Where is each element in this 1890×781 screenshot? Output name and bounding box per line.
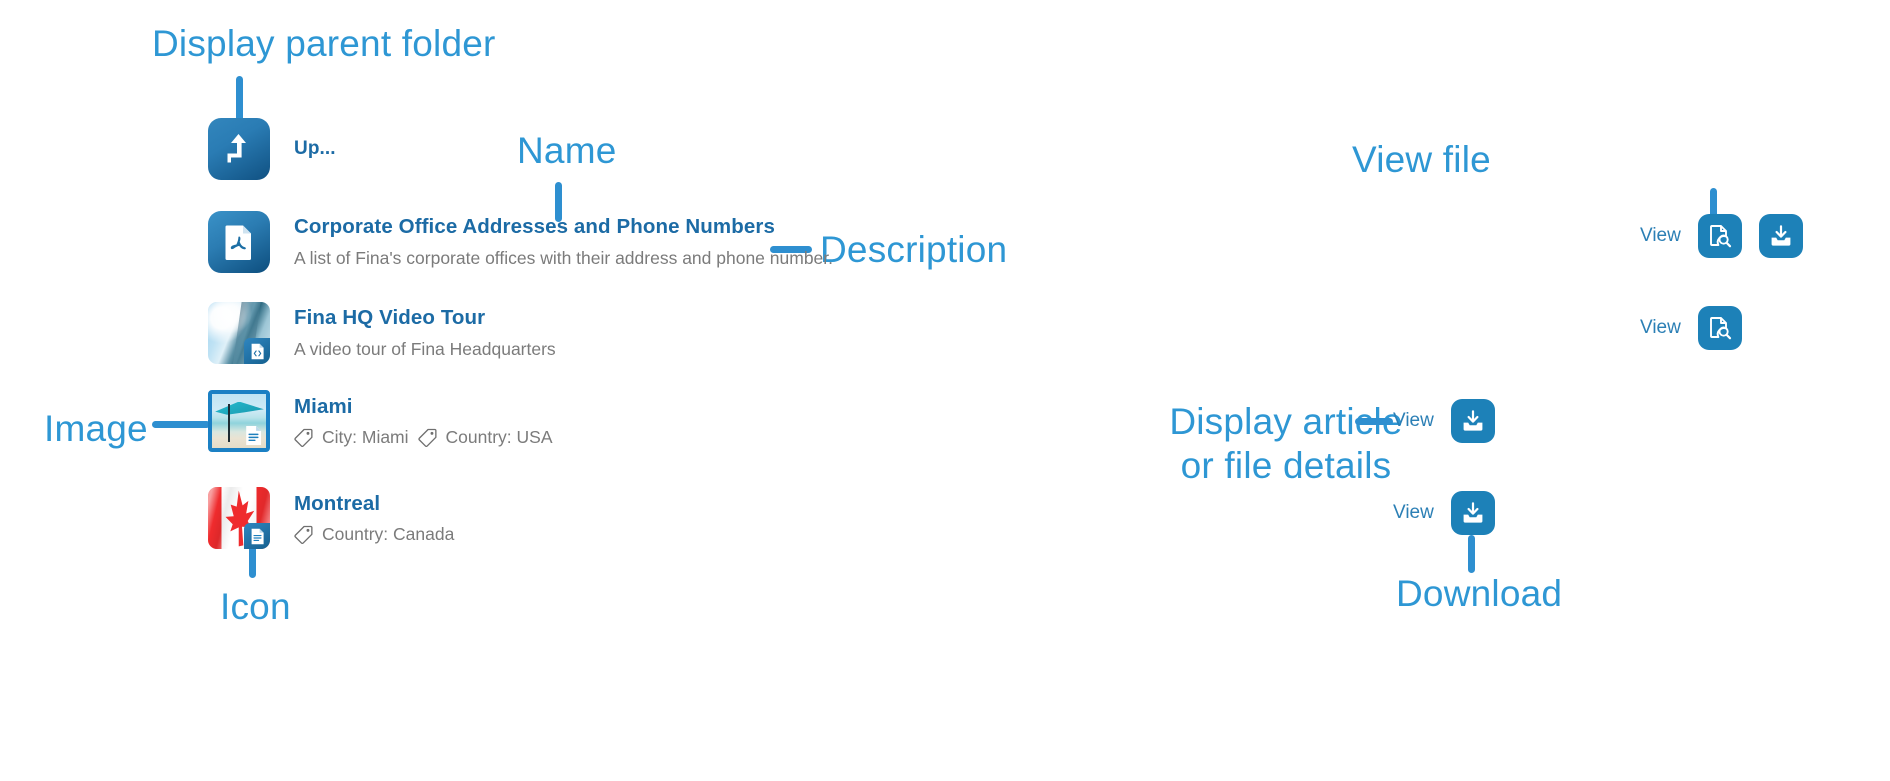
view-details-icon[interactable] <box>1697 306 1742 350</box>
callout-icon: Icon <box>220 586 291 627</box>
view-link[interactable]: View <box>1393 502 1434 524</box>
file-row-miami[interactable]: Miami City: Miami Country: USA <box>208 390 553 452</box>
file-row-fina-hq-video-tour[interactable]: Fina HQ Video Tour A video tour of Fina … <box>208 302 556 364</box>
tag-item[interactable]: Country: USA <box>417 426 553 448</box>
tag-label: Country: Canada <box>322 523 455 544</box>
file-meta-miami: Miami City: Miami Country: USA <box>294 394 553 448</box>
file-tags: Country: Canada <box>294 524 454 545</box>
download-icon[interactable] <box>1450 399 1495 443</box>
file-title[interactable]: Montreal <box>294 491 454 517</box>
row-actions-montreal: View <box>1393 491 1495 535</box>
file-row-corporate-office-addresses[interactable]: Corporate Office Addresses and Phone Num… <box>208 211 833 273</box>
callout-image: Image <box>44 408 148 449</box>
file-row-up[interactable]: Up... <box>208 118 336 180</box>
callout-download: Download <box>1396 573 1563 614</box>
view-details-icon[interactable] <box>1697 214 1742 258</box>
file-meta-up: Up... <box>294 137 336 161</box>
tag-icon <box>294 428 313 447</box>
callout-view-file: View file <box>1352 139 1491 180</box>
download-icon[interactable] <box>1450 491 1495 535</box>
level-up-arrow-glyph <box>208 118 270 180</box>
file-title[interactable]: Up... <box>294 137 336 161</box>
callout-name: Name <box>517 130 617 171</box>
connector-display-article-details <box>1355 418 1393 425</box>
callout-display-parent-folder: Display parent folder <box>152 23 496 64</box>
pdf-file-icon[interactable] <box>208 211 270 273</box>
view-link[interactable]: View <box>1640 225 1681 247</box>
row-actions-corporate-office-addresses: View <box>1640 214 1803 258</box>
file-description: A video tour of Fina Headquarters <box>294 338 556 359</box>
row-actions-fina-hq-video-tour: View <box>1640 306 1742 350</box>
file-tags: City: Miami Country: USA <box>294 427 553 448</box>
annotated-file-list-diagram: Display parent folder Name Description V… <box>0 0 1890 781</box>
pdf-glyph <box>208 211 270 273</box>
file-title[interactable]: Miami <box>294 394 553 420</box>
file-description: A list of Fina's corporate offices with … <box>294 247 834 268</box>
level-up-icon[interactable] <box>208 118 270 180</box>
file-meta-corporate-office-addresses: Corporate Office Addresses and Phone Num… <box>294 214 833 269</box>
tag-icon <box>417 428 437 447</box>
connector-image <box>152 421 210 428</box>
download-icon[interactable] <box>1758 214 1803 258</box>
view-link[interactable]: View <box>1640 317 1681 339</box>
sky-building-photo[interactable] <box>208 302 270 364</box>
file-title[interactable]: Corporate Office Addresses and Phone Num… <box>294 214 833 240</box>
callout-display-article-details: Display article or file details <box>1136 400 1436 487</box>
file-meta-fina-hq-video-tour: Fina HQ Video Tour A video tour of Fina … <box>294 305 556 360</box>
article-badge-icon <box>244 523 270 549</box>
file-row-montreal[interactable]: Montreal Country: Canada <box>208 487 454 549</box>
video-file-badge-icon <box>244 338 270 364</box>
connector-download <box>1468 535 1475 573</box>
tag-label: Country: USA <box>445 426 553 447</box>
tag-item[interactable]: City: Miami <box>294 427 409 448</box>
tag-icon <box>294 525 313 544</box>
tag-item[interactable]: Country: Canada <box>294 524 454 545</box>
file-title[interactable]: Fina HQ Video Tour <box>294 305 556 331</box>
canada-flag-photo[interactable] <box>208 487 270 549</box>
view-link[interactable]: View <box>1393 410 1434 432</box>
file-meta-montreal: Montreal Country: Canada <box>294 491 454 545</box>
beach-umbrella-photo[interactable] <box>208 390 270 452</box>
callout-description: Description <box>820 229 1008 270</box>
article-badge-icon <box>240 422 266 448</box>
tag-label: City: Miami <box>322 426 409 447</box>
row-actions-miami: View <box>1393 399 1495 443</box>
callout-display-article-line2: or file details <box>1180 444 1392 486</box>
